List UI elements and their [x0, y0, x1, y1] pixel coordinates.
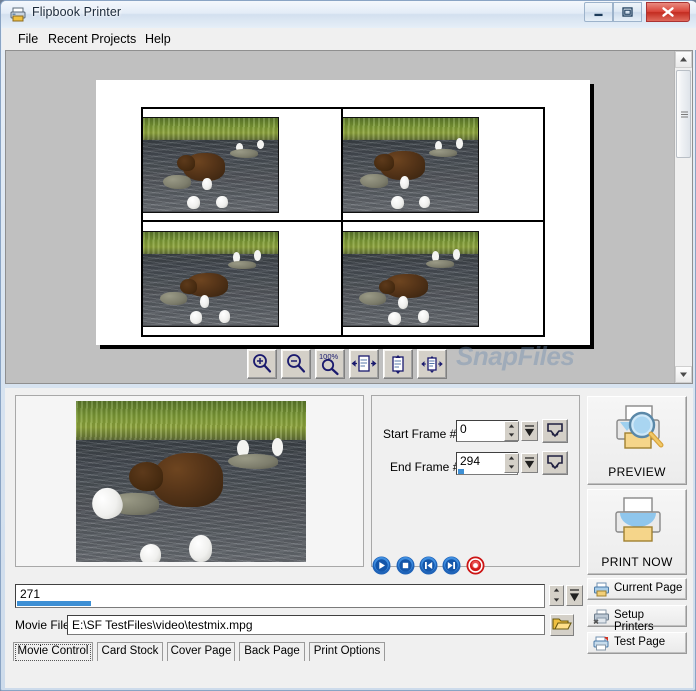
zoom-out-icon: [287, 354, 306, 373]
flipbook-card[interactable]: 9: [143, 222, 343, 335]
test-page-label: Test Page: [614, 636, 666, 648]
start-frame-dropdown[interactable]: [521, 421, 538, 441]
zoom-100-percent-icon: 100%: [319, 352, 339, 376]
current-frame-spinner[interactable]: [549, 585, 564, 606]
start-frame-grab-button[interactable]: [542, 419, 568, 443]
end-frame-dropdown[interactable]: [521, 453, 538, 473]
current-frame-value: 271: [20, 587, 41, 601]
printer-icon: [10, 7, 26, 22]
movie-file-label: Movie File:: [15, 618, 74, 632]
fit-height-icon: [392, 355, 404, 374]
end-frame-label: End Frame #: [390, 460, 460, 474]
tab-card-stock[interactable]: Card Stock: [97, 642, 163, 661]
scroll-down-icon[interactable]: [675, 366, 692, 383]
frame-progress-fill: [17, 601, 91, 606]
record-icon: [466, 556, 485, 575]
fit-page-icon: [421, 356, 443, 373]
current-frame-dropdown[interactable]: [566, 585, 583, 606]
browse-file-button[interactable]: [550, 614, 574, 636]
close-button[interactable]: [646, 2, 690, 22]
printer-small-icon: [594, 582, 609, 597]
print-now-printer-icon: [615, 497, 661, 542]
stop-button[interactable]: [396, 556, 415, 575]
maximize-button[interactable]: [613, 2, 642, 22]
tab-label: Card Stock: [101, 645, 159, 657]
zoom-in-icon: [253, 354, 272, 373]
tab-label: Cover Page: [170, 645, 232, 657]
preview-button-label: PREVIEW: [608, 465, 666, 479]
flipbook-card[interactable]: 5: [343, 109, 543, 222]
frame-range-box: Start Frame # 0 End Frame # 294: [371, 395, 580, 567]
title-bar: Flipbook Printer: [1, 1, 696, 28]
open-folder-icon: [552, 618, 572, 630]
menu-item-file[interactable]: File: [12, 31, 44, 47]
zoom-in-button[interactable]: [247, 349, 277, 379]
grab-current-frame-icon: [547, 455, 563, 470]
next-icon: [442, 556, 461, 575]
printer-setup-icon: [593, 609, 609, 624]
play-icon: [372, 556, 391, 575]
tab-print-options[interactable]: Print Options: [309, 642, 385, 661]
zoom-toolbar: 100%: [247, 349, 447, 381]
preview-scrollbar[interactable]: [674, 51, 692, 383]
window-title: Flipbook Printer: [32, 5, 122, 19]
previous-button[interactable]: [419, 556, 438, 575]
setup-printers-button[interactable]: Setup Printers: [587, 605, 687, 633]
tab-back-page[interactable]: Back Page: [239, 642, 305, 661]
zoom-out-button[interactable]: [281, 349, 311, 379]
grab-current-frame-icon: [547, 423, 563, 438]
current-page-button[interactable]: Current Page: [587, 578, 687, 600]
stop-icon: [396, 556, 415, 575]
record-button[interactable]: [466, 556, 485, 575]
test-page-icon: [593, 636, 609, 651]
menu-bar: File Recent Projects Help: [2, 28, 696, 50]
end-frame-spinner[interactable]: [504, 453, 519, 473]
next-button[interactable]: [442, 556, 461, 575]
flipbook-card[interactable]: [143, 109, 343, 222]
minimize-button[interactable]: [584, 2, 613, 22]
end-frame-value: 294: [460, 454, 481, 468]
play-button[interactable]: [372, 556, 391, 575]
tab-label: Back Page: [244, 645, 300, 657]
frame-progress-track[interactable]: [17, 601, 543, 606]
card-thumbnail: [343, 116, 479, 213]
print-now-button[interactable]: PRINT NOW: [587, 489, 687, 575]
end-frame-grab-button[interactable]: [542, 451, 568, 475]
current-frame-slider[interactable]: 271: [15, 584, 545, 608]
video-preview-frame: [76, 401, 306, 562]
movie-file-input[interactable]: E:\SF TestFiles\video\testmix.mpg: [67, 615, 545, 635]
preview-button[interactable]: PREVIEW: [587, 396, 687, 485]
card-thumbnail: [143, 230, 279, 327]
preview-printer-icon: [616, 405, 664, 449]
flipbook-card[interactable]: 13: [343, 222, 543, 335]
tab-movie-control[interactable]: Movie Control: [13, 642, 93, 661]
menu-item-recent-projects[interactable]: Recent Projects: [42, 31, 142, 47]
tab-cover-page[interactable]: Cover Page: [167, 642, 235, 661]
test-page-button[interactable]: Test Page: [587, 632, 687, 654]
menu-item-help[interactable]: Help: [139, 31, 177, 47]
setup-printers-label: Setup Printers: [614, 609, 654, 633]
fit-width-icon: [351, 355, 377, 372]
start-frame-spinner[interactable]: [504, 421, 519, 441]
print-now-button-label: PRINT NOW: [601, 555, 673, 569]
fit-width-button[interactable]: [349, 349, 379, 379]
card-thumbnail: [143, 116, 279, 213]
zoom-100-button[interactable]: 100%: [315, 349, 345, 379]
end-frame-progress: [458, 469, 464, 474]
video-preview-box: [15, 395, 364, 567]
preview-sheet: 5 9: [96, 80, 590, 345]
start-frame-label: Start Frame #: [383, 427, 457, 441]
scrollbar-thumb[interactable]: [676, 70, 691, 158]
application-window: Flipbook Printer File Recent Projects He…: [0, 0, 696, 691]
fit-page-button[interactable]: [417, 349, 447, 379]
print-preview-pane: 5 9: [5, 50, 693, 384]
card-thumbnail: [343, 230, 479, 327]
scroll-up-icon[interactable]: [675, 51, 692, 68]
current-page-label: Current Page: [614, 582, 683, 594]
flipbook-card-grid: 5 9: [141, 107, 545, 337]
tab-label: Print Options: [313, 645, 381, 657]
fit-height-button[interactable]: [383, 349, 413, 379]
previous-icon: [419, 556, 438, 575]
